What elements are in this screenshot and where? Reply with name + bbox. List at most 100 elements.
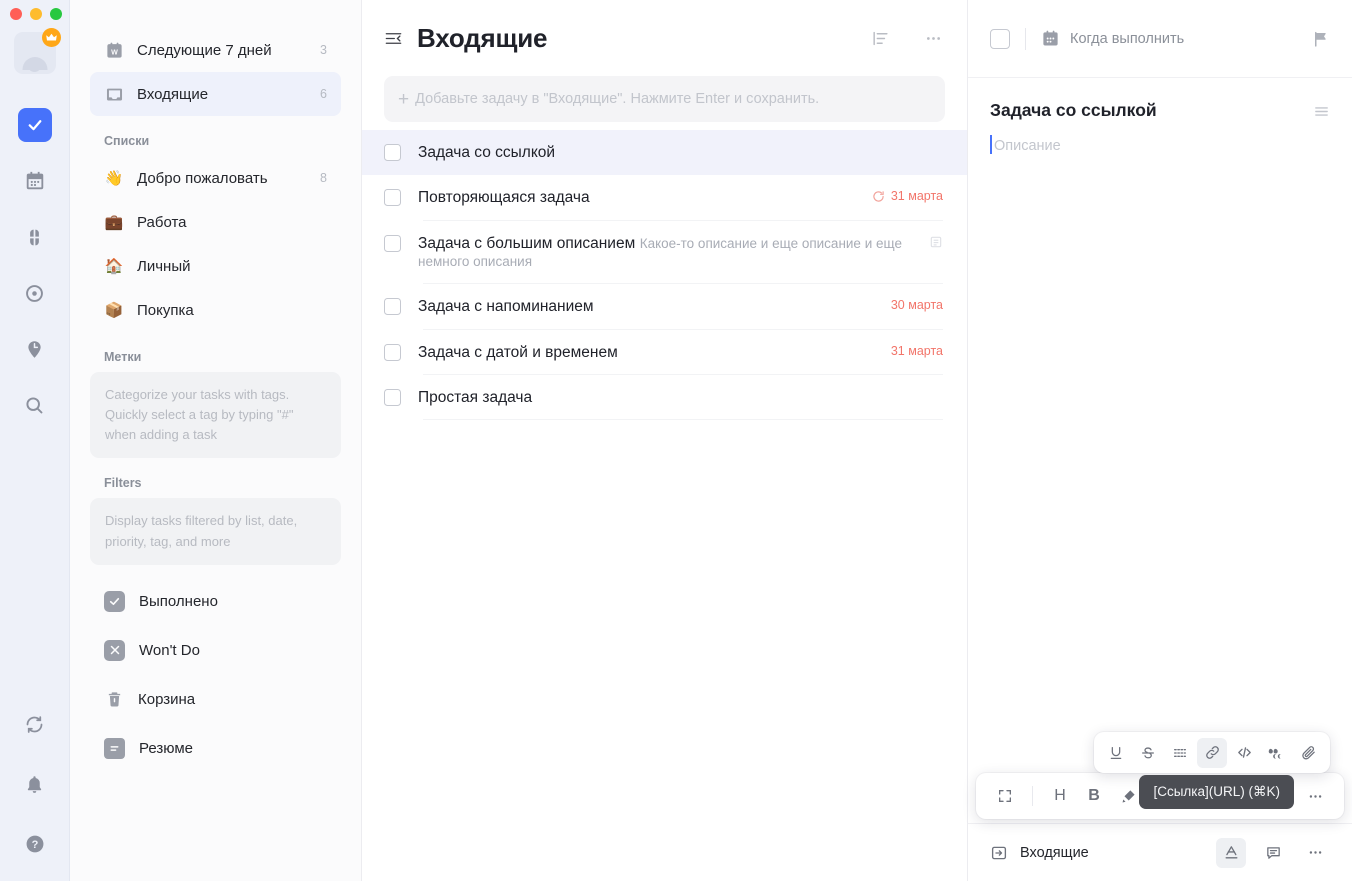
rail-item-habits[interactable] [18,276,52,310]
sidebar-item-wont-do[interactable]: Won't Do [90,626,341,675]
repeat-icon [872,190,885,203]
sidebar-item-label: Покупка [137,301,194,319]
move-to-list-label: Входящие [1020,844,1089,861]
window-traffic-lights[interactable] [10,8,62,20]
due-date-button[interactable]: Когда выполнить [1041,29,1184,48]
check-icon [104,590,125,612]
task-title: Задача с большим описанием [418,234,636,252]
rail-item-matrix[interactable] [18,220,52,254]
comment-button[interactable] [1258,838,1288,868]
detail-task-title[interactable]: Задача со ссылкой [990,100,1313,121]
strikethrough-button[interactable] [1133,738,1163,768]
detail-menu-icon[interactable] [1313,103,1330,120]
rail-item-calendar[interactable] [18,164,52,198]
task-complete-checkbox[interactable] [990,28,1010,49]
quote-button[interactable] [1261,738,1291,768]
task-checkbox[interactable] [384,298,401,316]
calendar-icon [1041,29,1060,48]
sort-list-icon[interactable] [871,29,890,48]
add-task-input[interactable]: + Добавьте задачу в "Входящие". Нажмите … [384,76,945,122]
underline-button[interactable] [1101,738,1131,768]
sidebar-item-label: Следующие 7 дней [137,41,272,59]
sidebar-item-next-7-days[interactable]: W Следующие 7 дней 3 [90,28,341,72]
fullscreen-button[interactable] [990,781,1020,811]
task-checkbox[interactable] [384,144,401,161]
tags-hint: Categorize your tasks with tags. Quickly… [90,372,341,459]
task-row[interactable]: Повторяющаяся задача 31 марта [362,175,967,221]
close-window-button[interactable] [10,8,22,20]
minimize-window-button[interactable] [30,8,42,20]
app-window: ? W Следующие 7 дней 3 Входящие 6 Списки… [0,0,1352,881]
more-horizontal-button[interactable] [1300,838,1330,868]
rail-item-sync[interactable] [18,707,52,741]
add-task-placeholder: Добавьте задачу в "Входящие". Нажмите En… [415,91,820,107]
rail-item-search[interactable] [18,388,52,422]
rail-item-pomodoro[interactable] [18,332,52,366]
four-squares-icon [24,227,45,248]
page-title: Входящие [417,22,548,53]
sidebar-item-label: Добро пожаловать [137,169,268,187]
description-placeholder: Описание [994,138,1061,154]
week-calendar-icon: W [104,40,124,60]
detail-description-editor[interactable]: Описание [968,121,1352,155]
sidebar-item-count: 3 [320,43,327,57]
task-row[interactable]: Задача с датой и временем 31 марта [362,330,967,375]
sidebar-bottom-group: Выполнено Won't Do Корзина Резюме [90,577,341,773]
task-row[interactable]: Задача с напоминанием 30 марта [362,284,967,330]
task-title: Повторяющаяся задача [418,189,590,207]
svg-text:W: W [111,48,118,56]
sidebar-list-work[interactable]: 💼 Работа [90,200,341,244]
link-button[interactable] [1197,737,1227,768]
sidebar-list-welcome[interactable]: 👋 Добро пожаловать 8 [90,156,341,200]
move-to-list-button[interactable]: Входящие [990,844,1089,862]
plus-icon: + [398,88,410,110]
icon-rail: ? [0,0,70,881]
attachment-button[interactable] [1293,738,1323,768]
bold-button[interactable]: B [1079,781,1109,811]
sidebar-item-completed[interactable]: Выполнено [90,577,341,626]
rail-item-help[interactable]: ? [18,827,52,861]
task-checkbox[interactable] [384,234,401,252]
sidebar-item-summary[interactable]: Резюме [90,724,341,773]
more-horizontal-icon[interactable] [924,29,943,48]
avatar[interactable] [13,28,61,74]
sidebar-section-lists: Списки [104,134,150,148]
sidebar-section-tags: Метки [104,350,142,364]
zoom-window-button[interactable] [50,8,62,20]
task-row[interactable]: Простая задача [362,375,967,421]
wave-emoji-icon: 👋 [104,169,124,187]
sidebar-list-shopping[interactable]: 📦 Покупка [90,288,341,332]
sidebar-item-inbox[interactable]: Входящие 6 [90,72,341,116]
help-circle-icon: ? [24,833,46,855]
format-toolbar-top[interactable] [1094,732,1330,773]
package-emoji-icon: 📦 [104,301,124,319]
task-row[interactable]: Задача со ссылкой [362,130,967,176]
priority-flag-icon[interactable] [1312,30,1330,48]
task-checkbox[interactable] [384,343,401,361]
task-title: Простая задача [418,388,533,406]
task-date: 31 марта [890,343,943,358]
task-title: Задача со ссылкой [418,144,556,161]
task-title: Задача с напоминанием [418,298,594,316]
task-date: 31 марта [890,189,943,204]
rail-item-notifications[interactable] [18,767,52,801]
collapse-sidebar-icon[interactable] [384,29,403,48]
rail-item-tasks[interactable] [17,108,52,142]
pomodoro-clock-pin-icon [24,339,45,360]
more-format-button[interactable] [1300,781,1330,811]
inbox-tray-icon [104,84,124,104]
text-format-button[interactable] [1216,837,1246,868]
x-icon [104,639,125,661]
briefcase-emoji-icon: 💼 [104,213,124,231]
task-date: 30 марта [890,298,943,313]
task-row[interactable]: Задача с большим описанием Какое-то опис… [362,221,967,285]
task-checkbox[interactable] [384,189,401,207]
task-checkbox[interactable] [384,388,401,406]
sidebar-item-trash[interactable]: Корзина [90,675,341,724]
heading-button[interactable]: H [1045,781,1075,811]
sidebar-item-label: Резюме [139,739,193,757]
divider-button[interactable] [1165,738,1195,768]
bell-icon [24,774,45,795]
code-button[interactable] [1229,738,1259,768]
sidebar-list-personal[interactable]: 🏠 Личный [90,244,341,288]
